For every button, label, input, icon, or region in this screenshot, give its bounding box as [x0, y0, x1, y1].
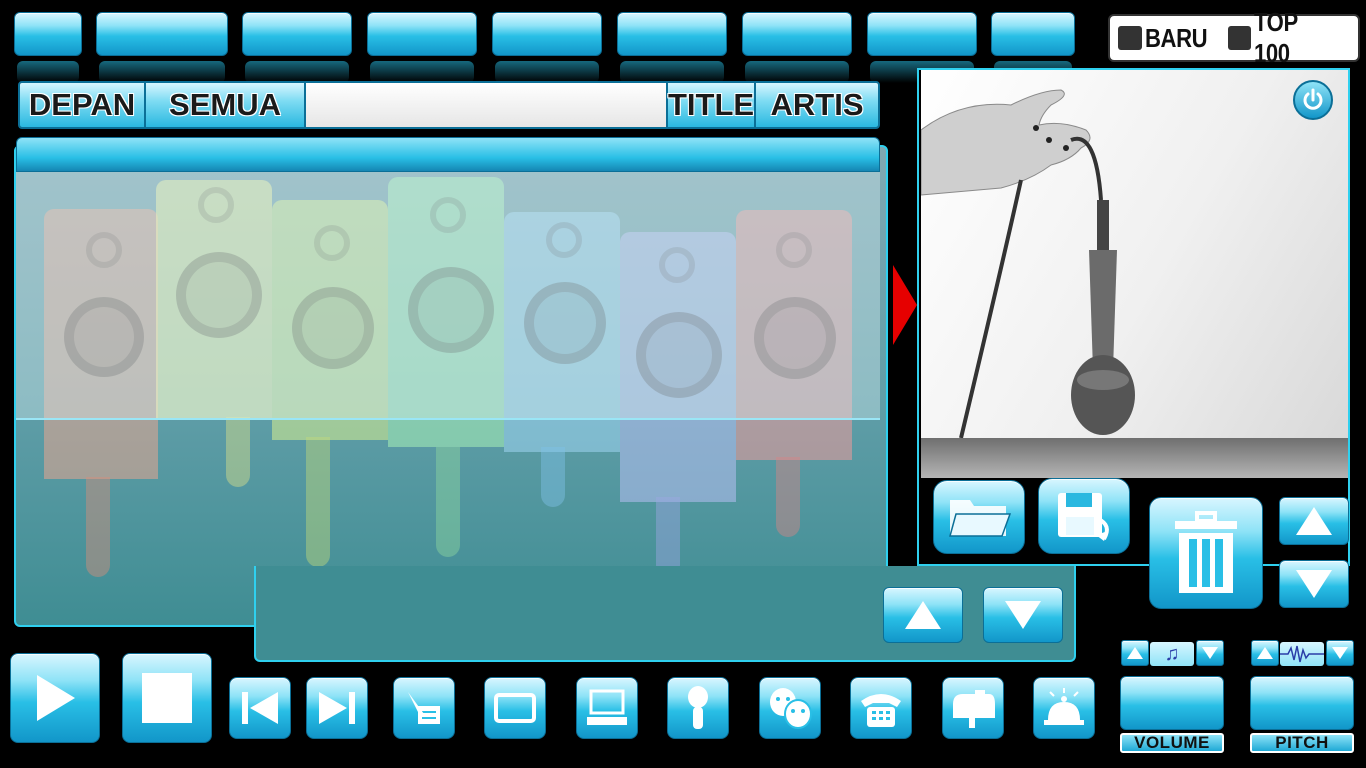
list-scroll-up-button[interactable] [883, 587, 963, 643]
service-bell-button[interactable] [1033, 677, 1095, 739]
delete-button[interactable] [1149, 497, 1263, 609]
top-tab-8[interactable] [867, 12, 977, 83]
telephone-icon [861, 694, 901, 727]
toggle-baru[interactable]: BARU [1118, 23, 1218, 54]
screen-button[interactable] [484, 677, 546, 739]
pitch-slider[interactable] [1250, 676, 1354, 730]
document-pen-icon [408, 692, 440, 724]
arrow-up-icon [1257, 647, 1273, 659]
mailbox-button[interactable] [942, 677, 1004, 739]
checkbox-icon [1228, 26, 1252, 50]
tab-artis-label: ARTIS [770, 87, 864, 122]
song-list[interactable] [16, 172, 880, 420]
top-tab-2[interactable] [96, 12, 228, 83]
arrow-down-icon [1005, 601, 1041, 629]
power-button[interactable] [1293, 80, 1333, 120]
lyrics-button[interactable] [393, 677, 455, 739]
folder-open-icon [949, 500, 1012, 537]
toggle-top100[interactable]: TOP 100 [1228, 7, 1350, 69]
volume-up-button[interactable] [1121, 640, 1149, 666]
toggle-baru-label: BARU [1145, 22, 1208, 53]
theater-masks-icon [770, 688, 812, 729]
waveform-icon [1280, 642, 1324, 666]
top-tab-4[interactable] [367, 12, 477, 83]
music-note-icon: ♫ [1150, 642, 1194, 666]
play-button[interactable] [10, 653, 100, 743]
tab-title[interactable]: TITLE [668, 83, 756, 127]
arrow-down-icon [1296, 570, 1332, 598]
previous-button[interactable] [229, 677, 291, 739]
microphone-hand-image [921, 89, 1135, 438]
arrow-down-icon [1332, 647, 1348, 659]
pitch-label: PITCH [1250, 733, 1354, 753]
song-list-header [16, 137, 880, 172]
tab-artis[interactable]: ARTIS [756, 83, 878, 127]
computer-icon [587, 689, 627, 725]
selection-indicator-icon [893, 265, 917, 345]
volume-down-button[interactable] [1196, 640, 1224, 666]
trash-icon [1175, 511, 1237, 593]
skip-next-icon [319, 692, 355, 724]
tab-depan-label: DEPAN [28, 87, 136, 122]
top-tab-9[interactable] [991, 12, 1075, 83]
volume-label: VOLUME [1120, 733, 1224, 753]
computer-button[interactable] [576, 677, 638, 739]
microphone-button[interactable] [667, 677, 729, 739]
telephone-button[interactable] [850, 677, 912, 739]
top-tab-1[interactable] [14, 12, 82, 83]
toggle-top100-label: TOP 100 [1254, 7, 1298, 68]
preview-floor [921, 438, 1348, 478]
stop-button[interactable] [122, 653, 212, 743]
queue-up-button[interactable] [1279, 497, 1349, 545]
screen-icon [494, 693, 536, 723]
top-tab-6[interactable] [617, 12, 727, 83]
service-bell-icon [1044, 688, 1084, 725]
tab-semua-label: SEMUA [169, 87, 281, 122]
open-folder-button[interactable] [933, 480, 1025, 554]
list-scroll-down-button[interactable] [983, 587, 1063, 643]
skip-previous-icon [242, 692, 278, 724]
arrow-up-icon [1127, 647, 1143, 659]
top-tab-5[interactable] [492, 12, 602, 83]
mailbox-icon [953, 690, 995, 728]
tab-semua[interactable]: SEMUA [146, 83, 306, 127]
microphone-icon [688, 686, 708, 729]
arrow-up-icon [1296, 507, 1332, 535]
top-tab-3[interactable] [242, 12, 352, 83]
theater-button[interactable] [759, 677, 821, 739]
next-button[interactable] [306, 677, 368, 739]
filter-toggle-box: BARU TOP 100 [1108, 7, 1360, 68]
search-input[interactable] [306, 83, 668, 127]
tab-depan[interactable]: DEPAN [20, 83, 146, 127]
queue-down-button[interactable] [1279, 560, 1349, 608]
arrow-up-icon [905, 601, 941, 629]
arrow-down-icon [1202, 647, 1218, 659]
save-button[interactable] [1038, 478, 1130, 554]
preview-image [921, 70, 1348, 438]
volume-slider[interactable] [1120, 676, 1224, 730]
pitch-down-button[interactable] [1326, 640, 1354, 666]
play-icon [37, 675, 75, 721]
power-icon [1303, 88, 1323, 110]
stop-icon [142, 673, 192, 723]
save-icon [1058, 493, 1109, 541]
tab-title-label: TITLE [667, 87, 755, 122]
top-tab-7[interactable] [742, 12, 852, 83]
checkbox-icon [1118, 26, 1142, 50]
pitch-up-button[interactable] [1251, 640, 1279, 666]
search-bar: DEPAN SEMUA TITLE ARTIS [18, 81, 880, 129]
